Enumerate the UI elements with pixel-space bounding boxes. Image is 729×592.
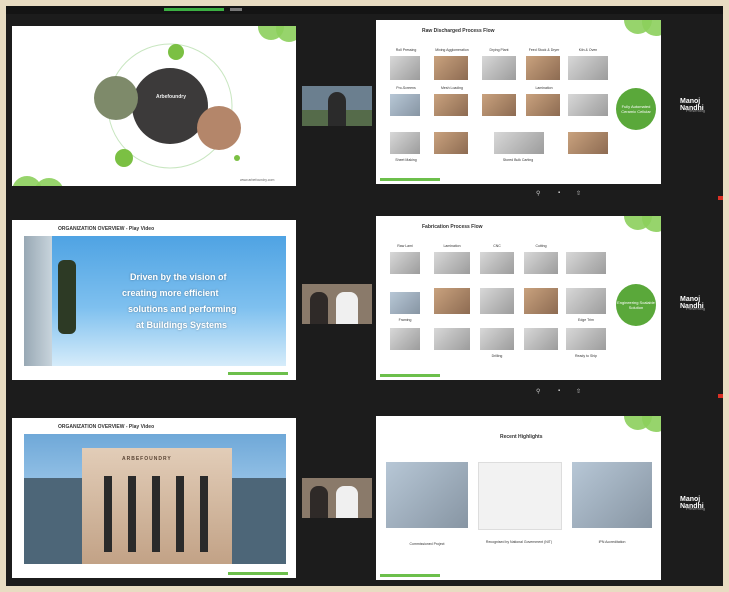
building-sign: ARBEFOUNDRY bbox=[122, 456, 172, 462]
intro-center-label: Arbefoundry bbox=[156, 94, 186, 100]
top-bar bbox=[6, 6, 723, 14]
highlight-image-1 bbox=[386, 462, 468, 528]
highlight-image-2 bbox=[478, 462, 562, 530]
process-oval: Fully Automated Ceramic Cellular bbox=[616, 88, 656, 130]
right-slide-3: Recent Highlights Commissioned Project R… bbox=[376, 416, 661, 580]
slide-header: ORGANIZATION OVERVIEW - Play Video bbox=[58, 424, 155, 430]
participant-video-2[interactable] bbox=[302, 284, 372, 324]
highlight-image-3 bbox=[572, 462, 652, 528]
slide-title: Raw Discharged Process Flow bbox=[422, 28, 495, 34]
climber-figure bbox=[58, 260, 76, 334]
right-slide-2: Fabrication Process Flow Raw Lami Lamina… bbox=[376, 216, 661, 380]
slide-footer: www.arbefoundry.com bbox=[240, 178, 275, 182]
status-indicator bbox=[230, 8, 242, 11]
video-icon[interactable]: ▪ bbox=[558, 388, 560, 394]
share-icon[interactable]: ⇧ bbox=[576, 388, 581, 395]
active-indicator bbox=[164, 8, 224, 11]
slide-title: Fabrication Process Flow bbox=[422, 224, 483, 230]
process-oval: Engineering Scalable Solution bbox=[616, 284, 656, 326]
right-slide-1: Raw Discharged Process Flow Roll Pressin… bbox=[376, 20, 661, 184]
left-slide-2: ORGANIZATION OVERVIEW - Play Video Drive… bbox=[12, 220, 296, 380]
meeting-screen: Arbefoundry www.arbefoundry.com Raw Disc… bbox=[6, 6, 723, 586]
participant-video-3[interactable] bbox=[302, 478, 372, 518]
left-slide-3: ORGANIZATION OVERVIEW - Play Video ARBEF… bbox=[12, 418, 296, 578]
mic-icon[interactable]: ⚲ bbox=[536, 388, 540, 395]
slide-title: Recent Highlights bbox=[500, 434, 543, 440]
leave-indicator[interactable] bbox=[718, 196, 723, 200]
person-silhouette bbox=[328, 92, 346, 126]
participant-video-1[interactable] bbox=[302, 86, 372, 126]
share-icon[interactable]: ⇧ bbox=[576, 190, 581, 197]
mic-icon[interactable]: ⚲ bbox=[536, 190, 540, 197]
left-slide-1: Arbefoundry www.arbefoundry.com bbox=[12, 26, 296, 186]
intro-graphic bbox=[94, 43, 241, 169]
video-icon[interactable]: ▪ bbox=[558, 190, 560, 196]
slide-header: ORGANIZATION OVERVIEW - Play Video bbox=[58, 226, 155, 232]
leave-indicator[interactable] bbox=[718, 394, 723, 398]
